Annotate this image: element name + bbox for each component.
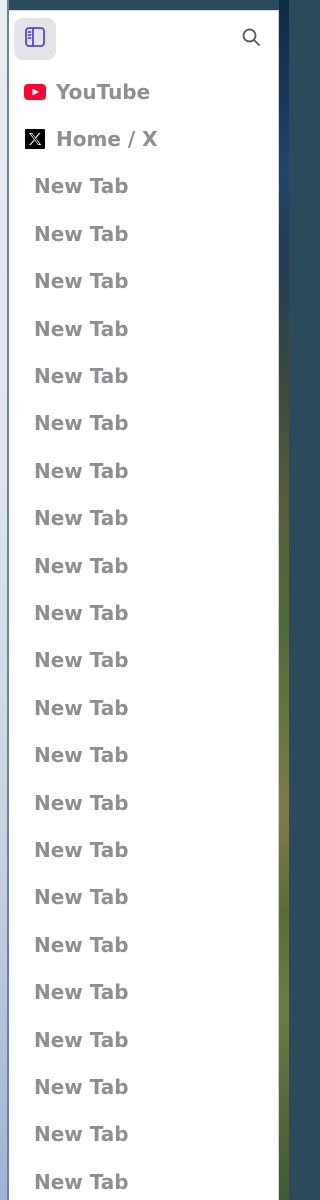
tab-label: New Tab [34,648,129,673]
tab-item-new-tab[interactable]: New Tab [9,921,279,968]
tab-item-new-tab[interactable]: New Tab [9,163,279,210]
tab-label: YouTube [56,79,151,104]
tab-label: New Tab [34,221,129,246]
tab-item-new-tab[interactable]: New Tab [9,731,279,778]
search-button[interactable] [239,27,263,51]
tab-item-new-tab[interactable]: New Tab [9,637,279,684]
tab-list: YouTube Home / X New Tab New Tab New Tab… [9,68,279,1200]
tab-label: New Tab [34,885,129,910]
sidebar-toggle-icon [23,25,47,54]
youtube-icon [24,81,46,103]
tab-item-new-tab[interactable]: New Tab [9,447,279,494]
tab-label: New Tab [34,980,129,1005]
tab-item-new-tab[interactable]: New Tab [9,542,279,589]
tab-label: New Tab [34,790,129,815]
tab-item-new-tab[interactable]: New Tab [9,826,279,873]
tab-item-new-tab[interactable]: New Tab [9,779,279,826]
tab-label: New Tab [34,1074,129,1099]
tab-label: New Tab [34,269,129,294]
window-left-edge [0,0,9,1200]
tab-item-new-tab[interactable]: New Tab [9,1158,279,1200]
tab-label: New Tab [34,174,129,199]
tab-label: New Tab [34,1027,129,1052]
tab-label: New Tab [34,1169,129,1194]
tab-label: New Tab [34,553,129,578]
tab-item-new-tab[interactable]: New Tab [9,1016,279,1063]
tab-label: Home / X [56,127,158,152]
tab-label: New Tab [34,364,129,389]
tab-item-new-tab[interactable]: New Tab [9,400,279,447]
tab-item-home-x[interactable]: Home / X [9,115,279,162]
tab-label: New Tab [34,316,129,341]
tab-item-new-tab[interactable]: New Tab [9,1063,279,1110]
tab-label: New Tab [34,411,129,436]
tab-label: New Tab [34,458,129,483]
desktop-wallpaper [279,0,289,1200]
tab-label: New Tab [34,695,129,720]
tab-label: New Tab [34,1122,129,1147]
tab-item-youtube[interactable]: YouTube [9,68,279,115]
tab-item-new-tab[interactable]: New Tab [9,1111,279,1158]
tab-item-new-tab[interactable]: New Tab [9,968,279,1015]
tab-label: New Tab [34,506,129,531]
tab-item-new-tab[interactable]: New Tab [9,258,279,305]
tab-item-new-tab[interactable]: New Tab [9,589,279,636]
tab-item-new-tab[interactable]: New Tab [9,352,279,399]
tab-label: New Tab [34,743,129,768]
tab-label: New Tab [34,932,129,957]
tab-item-new-tab[interactable]: New Tab [9,874,279,921]
tab-item-new-tab[interactable]: New Tab [9,684,279,731]
tab-item-new-tab[interactable]: New Tab [9,495,279,542]
search-icon [241,27,261,52]
sidebar-toggle-button[interactable] [14,18,56,60]
x-logo-icon [24,128,46,150]
tab-item-new-tab[interactable]: New Tab [9,210,279,257]
tab-item-new-tab[interactable]: New Tab [9,305,279,352]
tab-label: New Tab [34,837,129,862]
sidebar-toolbar [9,11,279,67]
tab-sidebar: YouTube Home / X New Tab New Tab New Tab… [9,10,279,1200]
tab-label: New Tab [34,600,129,625]
